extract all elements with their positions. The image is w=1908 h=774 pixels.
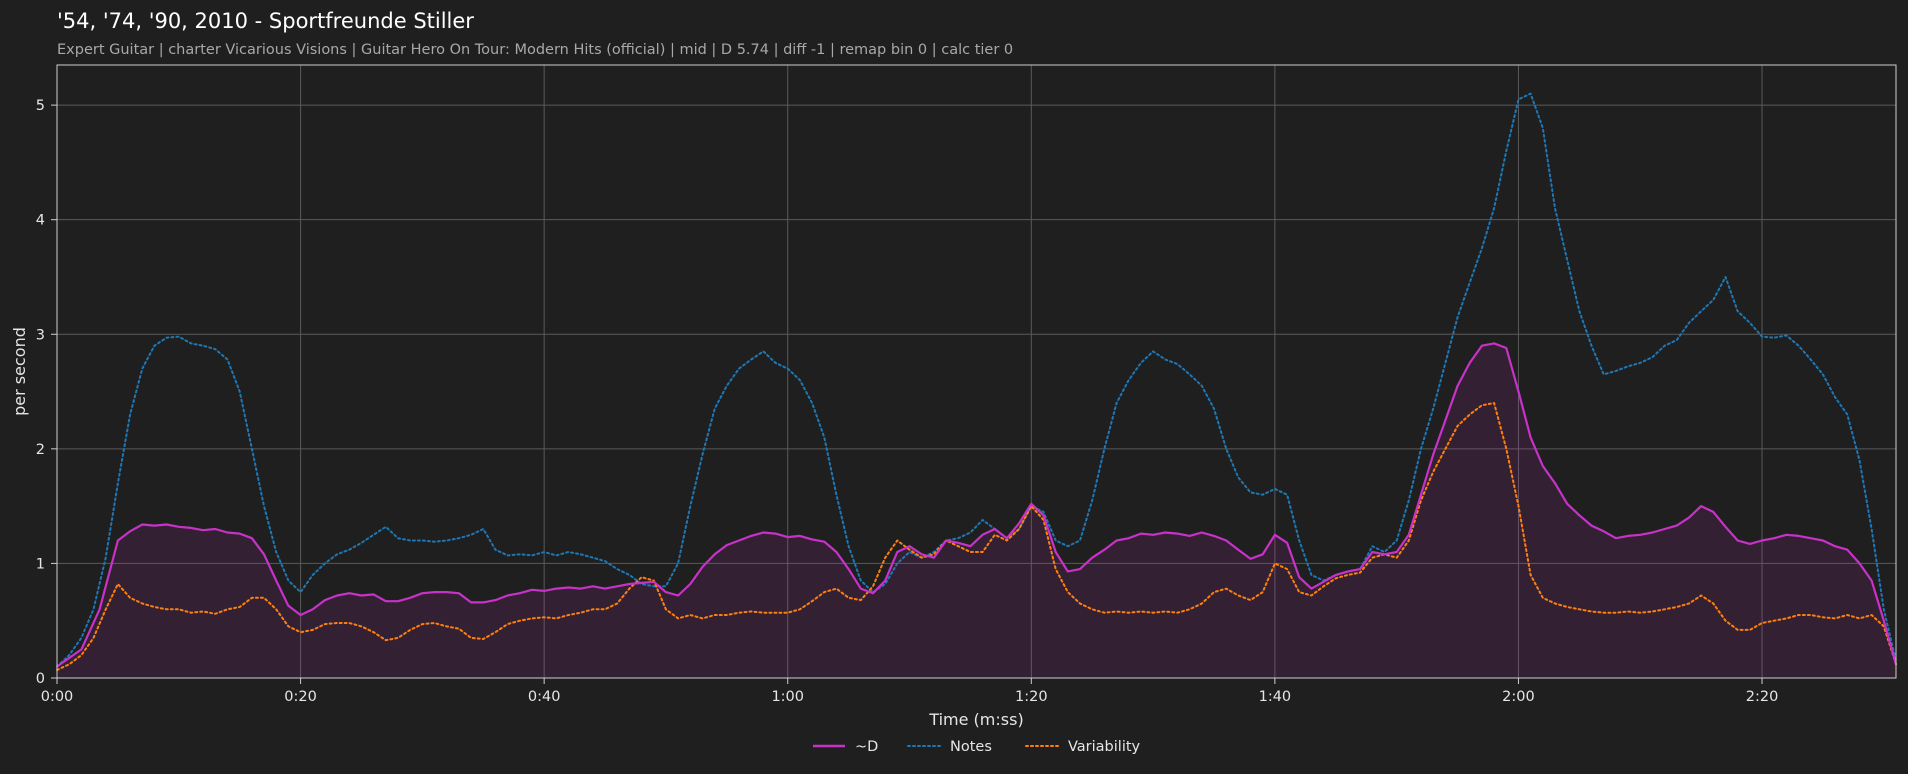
x-tick-label: 2:20 <box>1746 689 1779 705</box>
x-tick-label: 0:00 <box>41 689 74 705</box>
chart-subtitle: Expert Guitar | charter Vicarious Vision… <box>57 42 1013 58</box>
x-tick-label: 0:40 <box>528 689 561 705</box>
x-axis-label: Time (m:ss) <box>928 710 1023 729</box>
plot-area <box>56 64 1898 679</box>
y-tick-label: 5 <box>36 98 45 114</box>
x-axis-ticks: 0:00 0:20 0:40 1:00 1:20 1:40 2:00 2:20 <box>41 678 1779 705</box>
y-tick-label: 2 <box>36 442 45 458</box>
y-tick-label: 1 <box>36 556 45 572</box>
x-tick-label: 1:40 <box>1259 689 1292 705</box>
legend-label: Notes <box>950 739 992 755</box>
legend-label: ~D <box>855 739 878 755</box>
x-tick-label: 2:00 <box>1502 689 1535 705</box>
legend: ~D Notes Variability <box>813 739 1141 755</box>
y-tick-label: 4 <box>36 213 45 229</box>
y-axis-ticks: 0 1 2 3 4 5 <box>36 98 57 687</box>
x-tick-label: 0:20 <box>284 689 317 705</box>
y-tick-label: 0 <box>36 671 45 687</box>
chart: '54, '74, '90, 2010 - Sportfreunde Still… <box>10 9 1898 755</box>
legend-label: Variability <box>1068 739 1141 755</box>
x-tick-label: 1:00 <box>771 689 804 705</box>
y-axis-label: per second <box>10 327 29 416</box>
x-tick-label: 1:20 <box>1015 689 1048 705</box>
chart-title: '54, '74, '90, 2010 - Sportfreunde Still… <box>57 9 474 33</box>
y-tick-label: 3 <box>36 327 45 343</box>
